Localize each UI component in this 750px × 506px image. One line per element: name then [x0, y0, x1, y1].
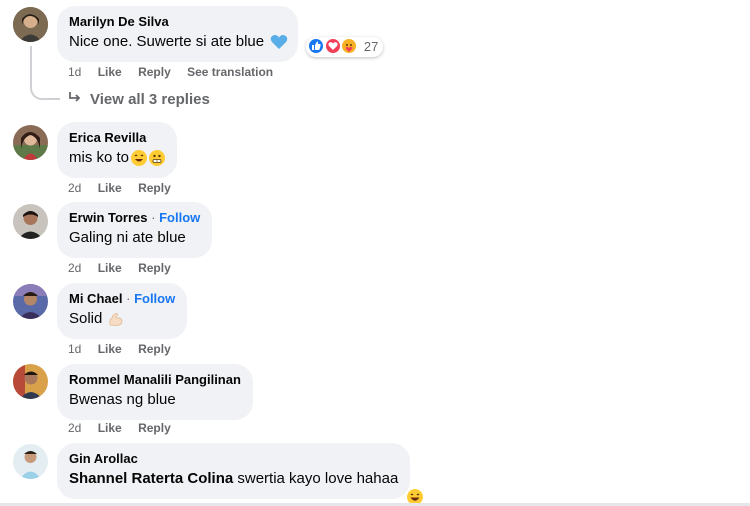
comment-bubble: Erwin Torres · Follow Galing ni ate blue [57, 202, 213, 258]
avatar[interactable] [13, 7, 48, 42]
like-button[interactable]: Like [98, 261, 122, 275]
view-replies-label: View all 3 replies [90, 91, 210, 108]
comment-text: Nice one. Suwerte si ate blue [69, 33, 265, 50]
comment-text: Galing ni ate blue [69, 229, 186, 246]
comment-timestamp[interactable]: 2d [68, 421, 81, 435]
separator-dot: · [151, 210, 156, 225]
comment-bubble: Marilyn De Silva Nice one. Suwerte si at… [57, 6, 299, 62]
comment-bubble: Erica Revilla mis ko to [57, 122, 178, 178]
flexed-biceps-icon [108, 311, 124, 327]
like-reaction-icon [308, 38, 324, 54]
comment-actions: 1d Like Reply [68, 341, 184, 357]
comment-text: swertia kayo love hahaa [233, 470, 399, 487]
comment-bubble: Mi Chael · Follow Solid [57, 283, 188, 339]
avatar[interactable] [13, 125, 48, 160]
avatar[interactable] [13, 364, 48, 399]
separator-dot: · [126, 291, 131, 306]
commenter-name[interactable]: Mi Chael [69, 291, 122, 306]
tagged-user-link[interactable]: Shannel Raterta Colina [69, 470, 233, 487]
avatar-image [13, 7, 48, 42]
comment-actions: 2d Like Reply [68, 420, 184, 436]
avatar-image [13, 204, 48, 239]
avatar[interactable] [13, 284, 48, 319]
view-replies-button[interactable]: View all 3 replies [68, 90, 210, 110]
comment-text: Solid [69, 310, 103, 327]
comment-actions: 1d Like Reply See translation [68, 64, 286, 80]
reaction-summary[interactable]: 27 [306, 37, 384, 57]
avatar-image [13, 364, 48, 399]
reply-button[interactable]: Reply [138, 421, 171, 435]
avatar[interactable] [13, 444, 48, 479]
commenter-name[interactable]: Gin Arollac [69, 451, 398, 467]
avatar-image [13, 284, 48, 319]
like-button[interactable]: Like [98, 342, 122, 356]
avatar[interactable] [13, 204, 48, 239]
commenter-name[interactable]: Erica Revilla [69, 130, 165, 146]
care-reaction-icon [341, 38, 358, 54]
commenter-name[interactable]: Marilyn De Silva [69, 14, 286, 30]
follow-button[interactable]: Follow [134, 291, 175, 306]
comment-bubble: Gin Arollac Shannel Raterta Colina swert… [57, 443, 411, 499]
comment-bubble: Rommel Manalili Pangilinan Bwenas ng blu… [57, 364, 253, 420]
comment-actions: 2d Like Reply [68, 260, 184, 276]
comment-text: Bwenas ng blue [69, 391, 176, 408]
grinning-sweat-emoji-icon [131, 150, 148, 166]
comment-timestamp[interactable]: 1d [68, 65, 81, 79]
comment-actions: 2d Like Reply [68, 180, 184, 196]
thread-line [30, 46, 32, 88]
blue-heart-icon [270, 34, 288, 50]
comment-timestamp[interactable]: 2d [68, 261, 81, 275]
avatar-image [13, 444, 48, 479]
commenter-name[interactable]: Erwin Torres [69, 210, 148, 225]
reply-button[interactable]: Reply [138, 65, 171, 79]
reply-button[interactable]: Reply [138, 181, 171, 195]
reply-button[interactable]: Reply [138, 261, 171, 275]
grimacing-emoji-icon [149, 150, 166, 166]
like-button[interactable]: Like [98, 421, 122, 435]
reply-arrow-icon [68, 90, 84, 110]
like-button[interactable]: Like [98, 181, 122, 195]
avatar-image [13, 125, 48, 160]
reaction-count: 27 [363, 39, 379, 54]
like-button[interactable]: Like [98, 65, 122, 79]
commenter-name[interactable]: Rommel Manalili Pangilinan [69, 372, 241, 388]
comment-text: mis ko to [69, 149, 130, 166]
comment-timestamp[interactable]: 1d [68, 342, 81, 356]
see-translation-button[interactable]: See translation [187, 65, 273, 79]
comment-timestamp[interactable]: 2d [68, 181, 81, 195]
follow-button[interactable]: Follow [159, 210, 200, 225]
reply-button[interactable]: Reply [138, 342, 171, 356]
love-reaction-icon [324, 38, 341, 54]
thread-line-curve [30, 86, 60, 100]
